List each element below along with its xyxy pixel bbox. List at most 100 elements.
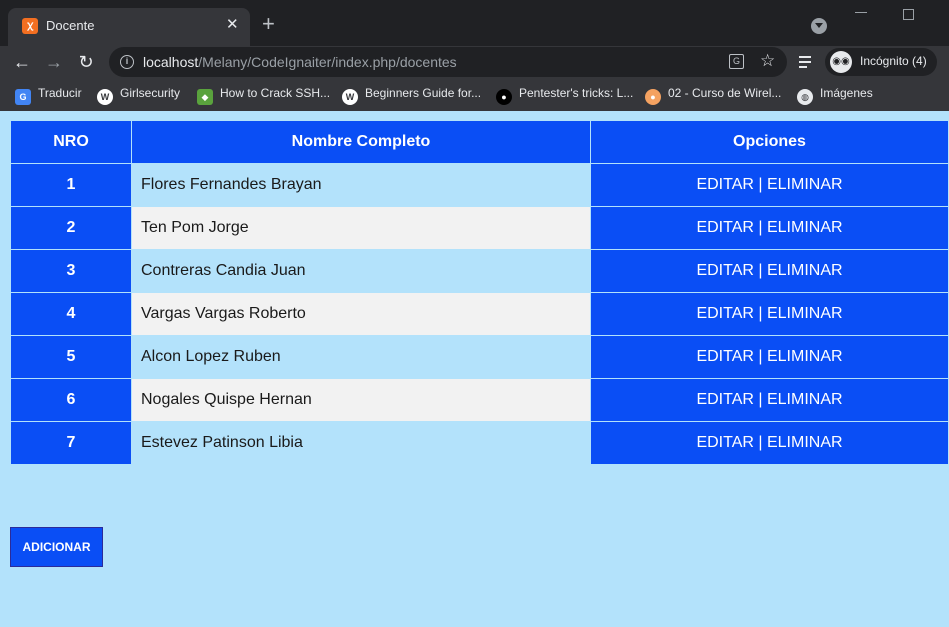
row-number: 2 (10, 206, 132, 250)
delete-link[interactable]: ELIMINAR (767, 391, 843, 408)
medium-icon: ● (496, 89, 512, 105)
row-number: 4 (10, 292, 132, 336)
bookmark-label: Traducir (38, 86, 82, 100)
minimize-icon[interactable] (855, 12, 867, 13)
media-control-icon[interactable] (799, 54, 817, 70)
page-content: NRO Nombre Completo Opciones 1 Flores Fe… (0, 111, 949, 627)
row-number: 6 (10, 378, 132, 422)
row-number: 5 (10, 335, 132, 379)
separator: | (758, 262, 763, 279)
row-name: Contreras Candia Juan (131, 249, 591, 293)
bookmark-label: Pentester's tricks: L... (519, 86, 634, 100)
maximize-icon[interactable] (903, 9, 914, 20)
reload-icon[interactable]: ↻ (74, 50, 98, 74)
tab-strip: ꭓ Docente ✕ + (0, 0, 949, 46)
header-nro: NRO (10, 120, 132, 164)
hex-icon: ◆ (197, 89, 213, 105)
row-name: Ten Pom Jorge (131, 206, 591, 250)
separator: | (758, 348, 763, 365)
row-options: EDITAR | ELIMINAR (590, 378, 949, 422)
delete-link[interactable]: ELIMINAR (767, 219, 843, 236)
row-number: 7 (10, 421, 132, 465)
separator: | (758, 305, 763, 322)
delete-link[interactable]: ELIMINAR (767, 262, 843, 279)
bookmark-label: Beginners Guide for... (365, 86, 482, 100)
xampp-icon: ● (645, 89, 661, 105)
google-translate-icon: G (15, 89, 31, 105)
tab-docente[interactable]: ꭓ Docente ✕ (8, 8, 250, 46)
table-row: 1 Flores Fernandes Brayan EDITAR | ELIMI… (10, 163, 949, 207)
separator: | (758, 176, 763, 193)
table-row: 4 Vargas Vargas Roberto EDITAR | ELIMINA… (10, 292, 949, 336)
bookmark-item[interactable]: G Traducir (15, 84, 82, 105)
row-name: Flores Fernandes Brayan (131, 163, 591, 207)
bookmark-item[interactable]: ● Pentester's tricks: L... (496, 84, 634, 105)
add-docente-button[interactable]: ADICIONAR (10, 527, 103, 567)
edit-link[interactable]: EDITAR (696, 176, 753, 193)
close-tab-icon[interactable]: ✕ (226, 17, 239, 33)
bookmark-label: 02 - Curso de Wirel... (668, 86, 782, 100)
bookmark-item[interactable]: ● 02 - Curso de Wirel... (645, 84, 782, 105)
header-name: Nombre Completo (131, 120, 591, 164)
edit-link[interactable]: EDITAR (696, 434, 753, 451)
edit-link[interactable]: EDITAR (696, 262, 753, 279)
wordpress-icon: W (97, 89, 113, 105)
table-row: 6 Nogales Quispe Hernan EDITAR | ELIMINA… (10, 378, 949, 422)
table-header-row: NRO Nombre Completo Opciones (10, 120, 949, 164)
edit-link[interactable]: EDITAR (696, 219, 753, 236)
docentes-table: NRO Nombre Completo Opciones 1 Flores Fe… (10, 120, 949, 465)
bookmark-item[interactable]: ◍ Imágenes (797, 84, 873, 105)
bookmark-label: Imágenes (820, 86, 873, 100)
row-name: Alcon Lopez Ruben (131, 335, 591, 379)
bookmark-label: How to Crack SSH... (220, 86, 331, 100)
url-text[interactable]: localhost/Melany/CodeIgnaiter/index.php/… (143, 54, 457, 70)
table-row: 5 Alcon Lopez Ruben EDITAR | ELIMINAR (10, 335, 949, 379)
table-row: 7 Estevez Patinson Libia EDITAR | ELIMIN… (10, 421, 949, 465)
row-options: EDITAR | ELIMINAR (590, 421, 949, 465)
header-options: Opciones (590, 120, 949, 164)
row-name: Vargas Vargas Roberto (131, 292, 591, 336)
wordpress-icon: W (342, 89, 358, 105)
url-host: localhost (143, 54, 199, 70)
delete-link[interactable]: ELIMINAR (767, 305, 843, 322)
separator: | (758, 391, 763, 408)
incognito-label: Incógnito (4) (860, 54, 927, 68)
forward-arrow-icon[interactable]: → (42, 50, 66, 74)
bookmark-item[interactable]: W Girlsecurity (97, 84, 180, 105)
url-path: /Melany/CodeIgnaiter/index.php/docentes (198, 54, 457, 70)
tab-search-icon[interactable] (811, 18, 827, 34)
bookmarks-bar: G Traducir W Girlsecurity ◆ How to Crack SS… (0, 80, 949, 106)
address-bar[interactable]: i localhost/Melany/CodeIgnaiter/index.ph… (109, 47, 787, 77)
separator: | (758, 434, 763, 451)
bookmark-star-icon[interactable]: ☆ (760, 51, 775, 71)
table-row: 2 Ten Pom Jorge EDITAR | ELIMINAR (10, 206, 949, 250)
edit-link[interactable]: EDITAR (696, 348, 753, 365)
browser-chrome: ꭓ Docente ✕ + ← → ↻ i localhost/Melany/C… (0, 0, 949, 111)
row-options: EDITAR | ELIMINAR (590, 249, 949, 293)
xampp-favicon-icon: ꭓ (22, 18, 38, 34)
delete-link[interactable]: ELIMINAR (767, 348, 843, 365)
bookmark-item[interactable]: W Beginners Guide for... (342, 84, 482, 105)
incognito-icon: ◉◉ (830, 51, 852, 73)
table-row: 3 Contreras Candia Juan EDITAR | ELIMINA… (10, 249, 949, 293)
row-options: EDITAR | ELIMINAR (590, 206, 949, 250)
row-name: Estevez Patinson Libia (131, 421, 591, 465)
row-options: EDITAR | ELIMINAR (590, 335, 949, 379)
bookmark-item[interactable]: ◆ How to Crack SSH... (197, 84, 331, 105)
row-options: EDITAR | ELIMINAR (590, 163, 949, 207)
browser-toolbar: ← → ↻ i localhost/Melany/CodeIgnaiter/in… (0, 46, 949, 78)
site-info-icon[interactable]: i (120, 55, 134, 69)
row-number: 3 (10, 249, 132, 293)
globe-icon: ◍ (797, 89, 813, 105)
row-number: 1 (10, 163, 132, 207)
incognito-profile-button[interactable]: ◉◉ Incógnito (4) (825, 48, 937, 76)
edit-link[interactable]: EDITAR (696, 391, 753, 408)
back-arrow-icon[interactable]: ← (10, 50, 34, 74)
row-options: EDITAR | ELIMINAR (590, 292, 949, 336)
translate-icon[interactable]: G (729, 54, 744, 69)
delete-link[interactable]: ELIMINAR (767, 434, 843, 451)
edit-link[interactable]: EDITAR (696, 305, 753, 322)
delete-link[interactable]: ELIMINAR (767, 176, 843, 193)
new-tab-icon[interactable]: + (262, 13, 275, 35)
row-name: Nogales Quispe Hernan (131, 378, 591, 422)
